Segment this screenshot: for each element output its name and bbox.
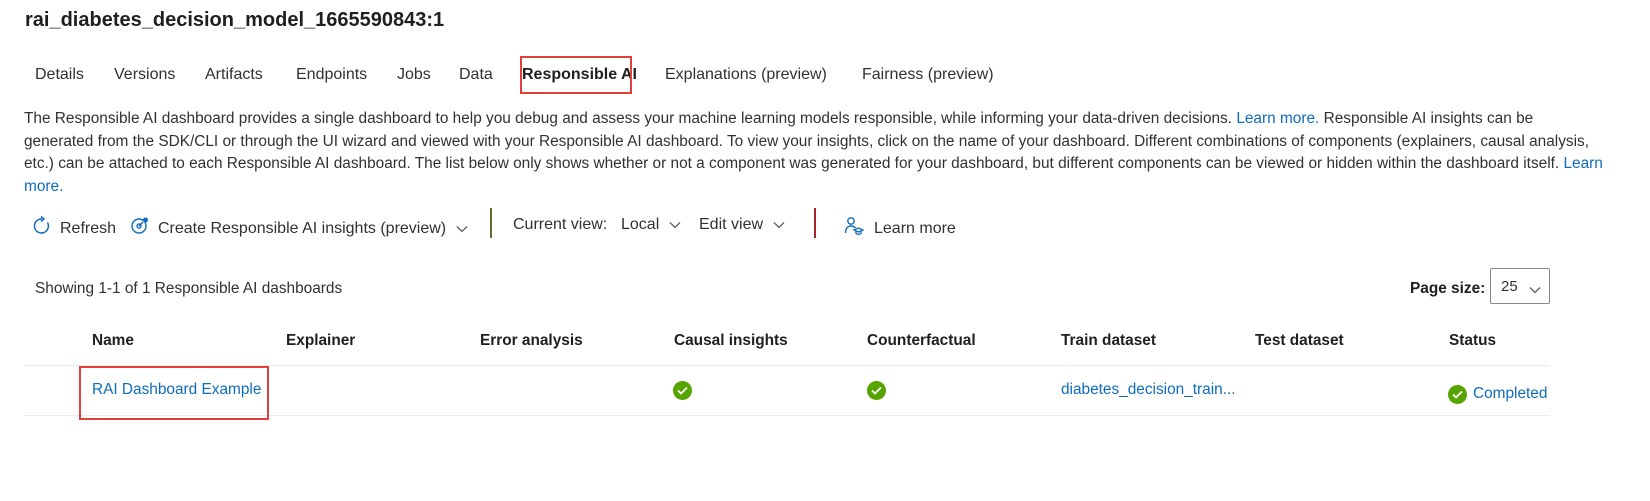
create-insights-label: Create Responsible AI insights (preview) (158, 219, 447, 237)
toolbar: Refresh Create Responsible AI insights (… (24, 208, 1024, 242)
create-insights-button[interactable]: Create Responsible AI insights (preview) (130, 216, 468, 241)
learn-icon (844, 216, 865, 241)
tab-details[interactable]: Details (35, 66, 84, 84)
table-header: Name Explainer Error analysis Causal ins… (24, 318, 1550, 366)
tab-fairness[interactable]: Fairness (preview) (862, 66, 994, 84)
active-tab-highlight (520, 56, 632, 94)
description-text-1: The Responsible AI dashboard provides a … (24, 110, 1233, 127)
counterfactual-check-icon (867, 381, 886, 400)
refresh-button[interactable]: Refresh (32, 215, 117, 241)
name-cell-highlight (79, 366, 269, 420)
chevron-down-icon (773, 216, 785, 234)
result-count: Showing 1-1 of 1 Responsible AI dashboar… (35, 280, 343, 297)
train-dataset-link[interactable]: diabetes_decision_train... (1061, 381, 1236, 399)
tab-bar: Details Versions Artifacts Endpoints Job… (24, 56, 1604, 96)
causal-insights-check-icon (673, 381, 692, 400)
tab-endpoints[interactable]: Endpoints (296, 66, 367, 84)
chevron-down-icon (456, 220, 468, 238)
status-completed-icon (1448, 385, 1467, 404)
chevron-down-icon (1529, 281, 1541, 298)
chevron-down-icon (669, 216, 681, 234)
column-header-status[interactable]: Status (1449, 332, 1496, 350)
refresh-icon (32, 215, 52, 241)
edit-view-label: Edit view (699, 216, 764, 233)
current-view-dropdown[interactable]: Local (621, 216, 681, 234)
learn-more-button[interactable]: Learn more (844, 216, 956, 241)
column-header-error-analysis[interactable]: Error analysis (480, 332, 583, 350)
column-header-test-dataset[interactable]: Test dataset (1255, 332, 1344, 350)
page-title: rai_diabetes_decision_model_1665590843:1 (25, 9, 445, 31)
column-header-train-dataset[interactable]: Train dataset (1061, 332, 1156, 350)
page-size-dropdown[interactable]: 25 (1490, 268, 1550, 304)
refresh-label: Refresh (60, 219, 117, 237)
status-label[interactable]: Completed (1473, 385, 1547, 403)
page-size-label: Page size: (1410, 280, 1486, 297)
tab-versions[interactable]: Versions (114, 66, 175, 84)
tab-artifacts[interactable]: Artifacts (205, 66, 263, 84)
insights-icon (130, 216, 150, 241)
column-header-causal-insights[interactable]: Causal insights (674, 332, 788, 350)
tab-data[interactable]: Data (459, 66, 493, 84)
page-size-value: 25 (1501, 278, 1518, 295)
column-header-counterfactual[interactable]: Counterfactual (867, 332, 976, 350)
description: The Responsible AI dashboard provides a … (24, 108, 1604, 198)
column-header-explainer[interactable]: Explainer (286, 332, 355, 350)
toolbar-separator (490, 208, 492, 238)
tab-explanations[interactable]: Explanations (preview) (665, 66, 827, 84)
tab-jobs[interactable]: Jobs (397, 66, 431, 84)
current-view-value: Local (621, 216, 660, 233)
learn-more-link-1[interactable]: Learn more. (1236, 110, 1319, 127)
learn-more-label: Learn more (874, 219, 956, 237)
current-view-label: Current view: (513, 216, 608, 233)
column-header-name[interactable]: Name (92, 332, 134, 350)
toolbar-separator (814, 208, 816, 238)
edit-view-dropdown[interactable]: Edit view (699, 216, 785, 234)
